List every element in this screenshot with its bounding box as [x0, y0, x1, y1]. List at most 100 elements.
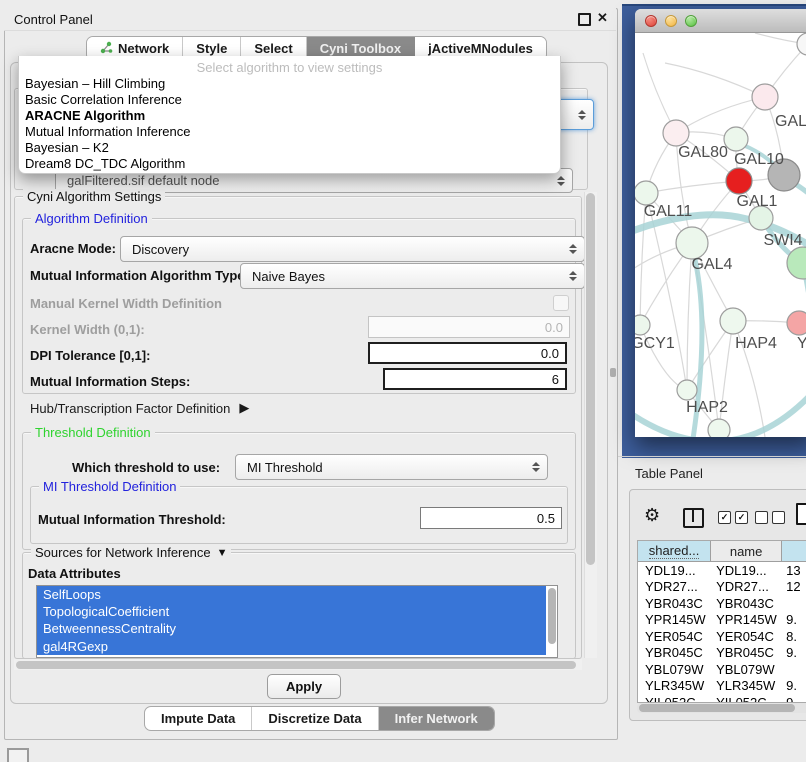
network-node[interactable]: [635, 181, 658, 205]
settings-vertical-scrollbar[interactable]: [584, 192, 597, 658]
attribute-item-selected[interactable]: gal4RGexp: [37, 638, 546, 655]
scrollbar-thumb[interactable]: [586, 193, 595, 565]
tab-label: jActiveMNodules: [428, 41, 533, 56]
tab-label: Impute Data: [161, 711, 235, 726]
close-icon[interactable]: ✕: [597, 10, 608, 26]
mi-type-value: Naive Bayes: [252, 269, 325, 284]
table-cell: YBR045C: [638, 645, 711, 660]
table-row[interactable]: YER054C YER054C 8.: [638, 628, 806, 645]
show-columns-icon[interactable]: ✓ ✓: [718, 511, 748, 524]
kernel-width-field[interactable]: 0.0: [368, 316, 570, 338]
attribute-item-selected[interactable]: BetweennessCentrality: [37, 620, 546, 637]
column-header-partial[interactable]: [782, 541, 806, 562]
tab-label: Discretize Data: [268, 711, 361, 726]
table-cell: YBR043C: [638, 596, 711, 611]
horizontal-splitter[interactable]: [618, 456, 806, 457]
stepper-arrows-icon: [532, 462, 540, 472]
checked-box-icon: ✓: [735, 511, 748, 524]
network-node[interactable]: [663, 120, 689, 146]
mi-steps-field[interactable]: 6: [383, 368, 567, 390]
hub-definition-label: Hub/Transcription Factor Definition: [30, 401, 230, 416]
attribute-item-selected[interactable]: SelfLoops: [37, 586, 546, 603]
table-cell: YIL052C: [711, 695, 782, 703]
network-node[interactable]: [676, 227, 708, 259]
node-label: GAL4: [692, 256, 733, 273]
column-header-label: shared...: [649, 543, 700, 559]
scrollbar-thumb[interactable]: [16, 661, 576, 669]
algorithm-option-selected[interactable]: ARACNE Algorithm: [19, 108, 560, 124]
table-cell: YLR345W: [711, 678, 782, 693]
tab-label: Infer Network: [395, 711, 478, 726]
network-window-titlebar[interactable]: [635, 9, 806, 33]
column-header-shared-name[interactable]: shared...: [638, 541, 711, 562]
network-node[interactable]: [635, 315, 650, 335]
node-label: GAL80: [678, 144, 728, 161]
group-title: Cyni Algorithm Settings: [23, 189, 165, 204]
which-threshold-value: MI Threshold: [247, 460, 323, 475]
sources-toggle[interactable]: Sources for Network Inference ▼: [31, 545, 231, 560]
tab-impute-data[interactable]: Impute Data: [145, 707, 252, 730]
table-cell: YER054C: [638, 629, 711, 644]
network-node[interactable]: [752, 84, 778, 110]
apply-button[interactable]: Apply: [267, 674, 341, 699]
mi-threshold-field[interactable]: 0.5: [420, 507, 562, 529]
minimize-traffic-light[interactable]: [665, 15, 677, 27]
network-node[interactable]: [787, 311, 806, 335]
column-header-name[interactable]: name: [711, 541, 782, 562]
algorithm-option[interactable]: Bayesian – K2: [19, 140, 560, 156]
scrollbar-thumb[interactable]: [639, 704, 795, 712]
table-row[interactable]: YBL079W YBL079W: [638, 661, 806, 678]
tab-discretize-data[interactable]: Discretize Data: [252, 707, 378, 730]
dpi-tolerance-field[interactable]: 0.0: [368, 342, 567, 364]
dpi-tolerance-value: 0.0: [541, 346, 559, 361]
table-row[interactable]: YBR045C YBR045C 9.: [638, 645, 806, 662]
table-cell: 8.: [782, 629, 806, 644]
zoom-traffic-light[interactable]: [685, 15, 697, 27]
table-row[interactable]: YIL052C YIL052C 9: [638, 694, 806, 703]
network-node[interactable]: [720, 308, 746, 334]
table-row[interactable]: YDL19... YDL19... 13: [638, 562, 806, 579]
network-node[interactable]: [677, 380, 697, 400]
kernel-width-value: 0.0: [545, 320, 563, 335]
which-threshold-select[interactable]: MI Threshold: [235, 454, 548, 480]
panel-splitter-grip[interactable]: [610, 368, 616, 377]
minimized-window-icon[interactable]: [7, 748, 29, 762]
gear-icon[interactable]: ⚙: [644, 505, 660, 526]
network-window: GAL GAL80 GAL10 GAL1 GAL11 SWI4 GAL4 GCY…: [635, 9, 806, 437]
float-window-icon[interactable]: [578, 13, 591, 26]
group-title: Algorithm Definition: [31, 211, 152, 226]
hide-columns-icon[interactable]: [755, 511, 785, 524]
node-label: GAL10: [734, 151, 784, 168]
unchecked-box-icon: [772, 511, 785, 524]
aracne-mode-select[interactable]: Discovery: [120, 236, 585, 262]
manual-kernel-checkbox[interactable]: [553, 295, 569, 311]
list-scrollbar-thumb[interactable]: [548, 588, 556, 644]
table-row[interactable]: YBR043C YBR043C: [638, 595, 806, 612]
page-icon[interactable]: [796, 503, 806, 525]
network-node-selected[interactable]: [726, 168, 752, 194]
table-row[interactable]: YPR145W YPR145W 9.: [638, 612, 806, 629]
network-node[interactable]: [708, 419, 730, 437]
node-label: GAL11: [644, 203, 693, 220]
close-traffic-light[interactable]: [645, 15, 657, 27]
table-cell: YBR043C: [711, 596, 782, 611]
table-panel-title: Table Panel: [635, 466, 703, 481]
table-cell: 9: [782, 695, 806, 703]
hub-definition-toggle[interactable]: Hub/Transcription Factor Definition ▶: [30, 400, 249, 416]
algorithm-option[interactable]: Mutual Information Inference: [19, 124, 560, 140]
network-canvas[interactable]: GAL GAL80 GAL10 GAL1 GAL11 SWI4 GAL4 GCY…: [635, 33, 806, 437]
mi-type-select[interactable]: Naive Bayes: [240, 263, 585, 289]
algorithm-option[interactable]: Basic Correlation Inference: [19, 92, 560, 108]
attribute-item-selected[interactable]: TopologicalCoefficient: [37, 603, 546, 620]
checked-box-icon: ✓: [718, 511, 731, 524]
tab-infer-network[interactable]: Infer Network: [379, 707, 494, 730]
column-layout-icon[interactable]: [683, 508, 704, 528]
tab-label: Cyni Toolbox: [320, 41, 401, 56]
algorithm-option[interactable]: Bayesian – Hill Climbing: [19, 76, 560, 92]
table-horizontal-scrollbar[interactable]: [637, 703, 806, 713]
algorithm-option[interactable]: Dream8 DC_TDC Algorithm: [19, 156, 560, 172]
settings-horizontal-scrollbar[interactable]: [14, 659, 582, 670]
table-row[interactable]: YLR345W YLR345W 9.: [638, 678, 806, 695]
table-row[interactable]: YDR27... YDR27... 12: [638, 579, 806, 596]
network-node[interactable]: [797, 33, 806, 55]
